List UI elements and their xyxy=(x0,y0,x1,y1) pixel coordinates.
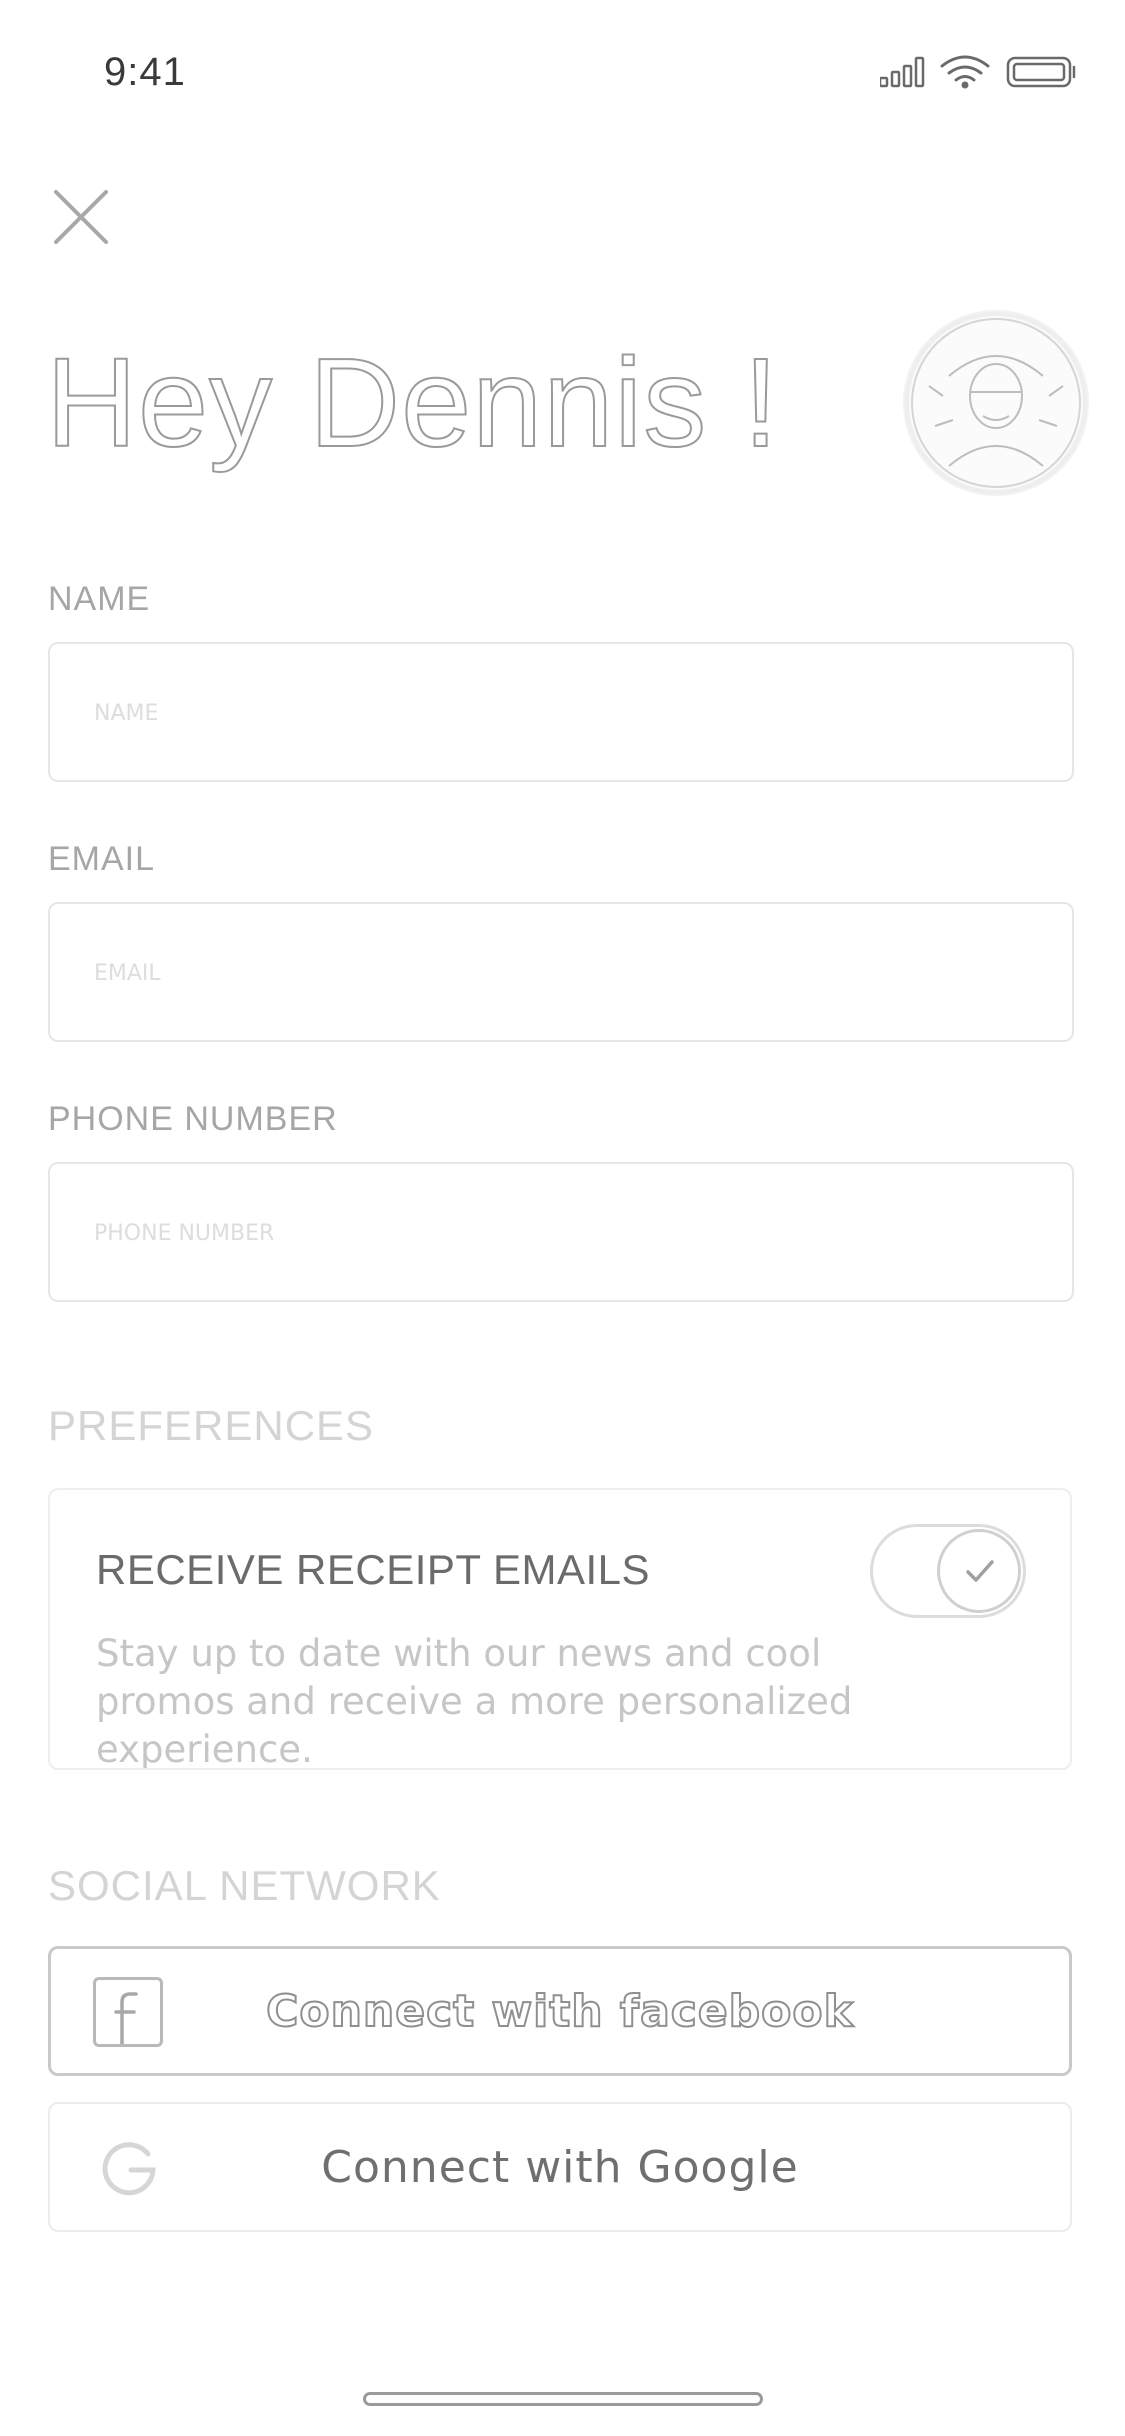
status-icons xyxy=(880,55,1076,89)
connect-google-label: Connect with Google xyxy=(321,2141,799,2193)
toggle-knob xyxy=(937,1529,1021,1613)
receipt-emails-description: Stay up to date with our news and cool p… xyxy=(96,1632,853,1770)
phone-input[interactable] xyxy=(92,1164,1052,1302)
receipt-emails-toggle[interactable] xyxy=(870,1524,1026,1618)
page-title: Hey Dennis ! xyxy=(45,331,780,474)
avatar-image xyxy=(911,318,1081,488)
receipt-emails-label: RECEIVE RECEIPT EMAILS xyxy=(96,1546,651,1593)
name-label: NAME xyxy=(48,580,151,618)
preferences-title: PREFERENCES xyxy=(48,1402,375,1449)
name-input[interactable] xyxy=(92,644,1052,782)
avatar[interactable] xyxy=(905,312,1087,494)
phone-field-box xyxy=(48,1162,1074,1302)
home-indicator[interactable] xyxy=(363,2392,763,2406)
signal-icon xyxy=(880,56,925,88)
phone-label: PHONE NUMBER xyxy=(48,1100,338,1138)
check-icon xyxy=(966,1560,994,1582)
battery-icon xyxy=(1006,56,1076,88)
name-field-box xyxy=(48,642,1074,782)
wifi-icon xyxy=(940,55,990,89)
email-input[interactable] xyxy=(92,904,1052,1042)
connect-facebook-button[interactable]: Connect with facebook xyxy=(48,1946,1072,2076)
email-label: EMAIL xyxy=(48,840,156,878)
email-field-box xyxy=(48,902,1074,1042)
receipt-emails-card: RECEIVE RECEIPT EMAILS Stay up to date w… xyxy=(48,1488,1072,1770)
status-time: 9:41 xyxy=(104,50,186,94)
connect-google-button[interactable]: Connect with Google xyxy=(48,2102,1072,2232)
connect-facebook-label: Connect with facebook xyxy=(265,1985,854,2038)
social-network-title: SOCIAL NETWORK xyxy=(48,1862,441,1909)
close-icon[interactable] xyxy=(46,182,116,252)
